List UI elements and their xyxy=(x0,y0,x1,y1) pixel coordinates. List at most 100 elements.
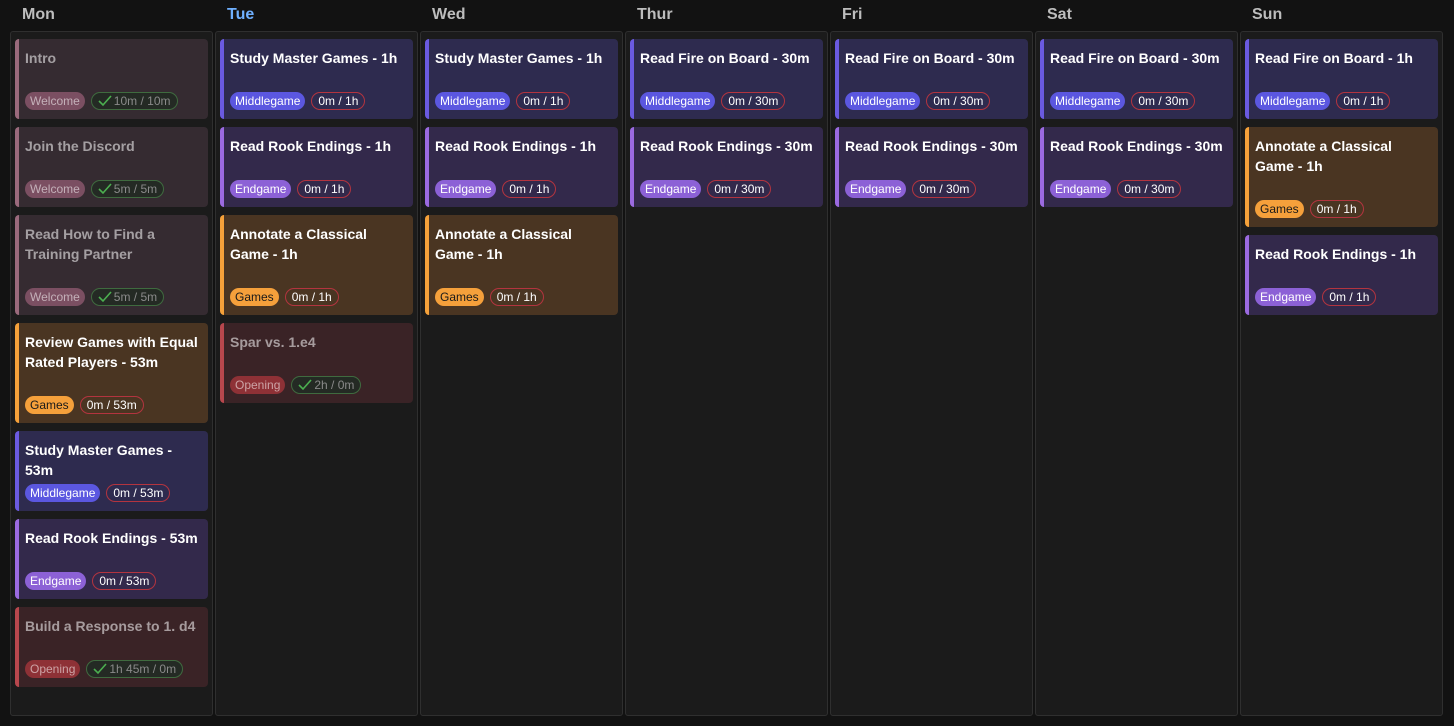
task-badges: Middlegame 0m / 1h xyxy=(435,92,571,110)
check-icon xyxy=(98,183,112,195)
category-tag: Games xyxy=(435,288,484,306)
time-progress-badge: 0m / 1h xyxy=(311,92,366,110)
time-progress-text: 0m / 1h xyxy=(1329,290,1370,304)
task-title: Intro xyxy=(25,50,57,66)
task-badges: Middlegame 0m / 30m xyxy=(1050,92,1196,110)
task-card[interactable]: Read Rook Endings - 30m Endgame 0m / 30m xyxy=(1040,127,1233,207)
task-title: Read Rook Endings - 1h xyxy=(1255,246,1417,262)
category-tag: Middlegame xyxy=(25,484,101,502)
task-card[interactable]: Read Rook Endings - 53m Endgame 0m / 53m xyxy=(15,519,208,599)
time-progress-badge: 0m / 1h xyxy=(1322,288,1377,306)
time-progress-text: 0m / 1h xyxy=(496,290,537,304)
category-tag: Middlegame xyxy=(435,92,511,110)
task-card[interactable]: Read Rook Endings - 1h Endgame 0m / 1h xyxy=(220,127,413,207)
day-task-list: Read Fire on Board - 30m Middlegame 0m / 3… xyxy=(625,31,828,716)
time-progress-text: 0m / 1h xyxy=(509,182,550,196)
task-card[interactable]: Study Master Games - 1h Middlegame 0m / 1h xyxy=(220,39,413,119)
task-card[interactable]: Build a Response to 1. d4 Opening 1h 45m /… xyxy=(15,607,208,687)
task-title: Join the Discord xyxy=(25,138,135,154)
task-card[interactable]: Annotate a Classical Game - 1h Games 0m / … xyxy=(1245,127,1438,227)
weekly-schedule-board: Mon Intro Welcome 10m / 10m Join the Discord… xyxy=(0,0,1454,726)
task-card[interactable]: Read Rook Endings - 1h Endgame 0m / 1h xyxy=(1245,235,1438,315)
day-header: Sun xyxy=(1252,6,1283,23)
day-header: Thur xyxy=(637,6,673,23)
category-tag: Endgame xyxy=(640,180,702,198)
day-column-tue: Tue Study Master Games - 1h Middlegame 0m /… xyxy=(215,0,418,726)
day-task-list: Intro Welcome 10m / 10m Join the Discord Wel… xyxy=(10,31,213,716)
task-badges: Games 0m / 1h xyxy=(230,288,339,306)
time-progress-text: 5m / 5m xyxy=(113,182,158,196)
day-column-mon: Mon Intro Welcome 10m / 10m Join the Discord… xyxy=(10,0,213,726)
day-column-sun: Sun Read Fire on Board - 1h Middlegame 0m /… xyxy=(1240,0,1443,726)
category-tag: Opening xyxy=(230,376,286,394)
time-progress-badge: 0m / 53m xyxy=(79,396,144,414)
category-tag: Endgame xyxy=(25,572,87,590)
task-card[interactable]: Read Rook Endings - 30m Endgame 0m / 30m xyxy=(835,127,1028,207)
time-progress-text: 0m / 30m xyxy=(728,94,779,108)
task-badges: Games 0m / 1h xyxy=(1255,200,1364,218)
time-progress-badge: 0m / 30m xyxy=(1117,180,1182,198)
task-card[interactable]: Read Fire on Board - 30m Middlegame 0m / 3… xyxy=(630,39,823,119)
category-tag: Middlegame xyxy=(1050,92,1126,110)
task-card[interactable]: Read Fire on Board - 1h Middlegame 0m / 1h xyxy=(1245,39,1438,119)
task-title: Build a Response to 1. d4 xyxy=(25,618,196,634)
day-header: Wed xyxy=(432,6,466,23)
task-badges: Endgame 0m / 30m xyxy=(845,180,977,198)
category-tag: Games xyxy=(1255,200,1304,218)
task-card[interactable]: Review Games with Equal Rated Players - … xyxy=(15,323,208,423)
time-progress-badge: 0m / 30m xyxy=(912,180,977,198)
time-progress-badge: 0m / 30m xyxy=(721,92,786,110)
task-badges: Endgame 0m / 30m xyxy=(1050,180,1182,198)
day-task-list: Read Fire on Board - 30m Middlegame 0m / 3… xyxy=(1035,31,1238,716)
task-card[interactable]: Join the Discord Welcome 5m / 5m xyxy=(15,127,208,207)
time-progress-badge: 0m / 30m xyxy=(926,92,991,110)
category-tag: Middlegame xyxy=(845,92,921,110)
task-card[interactable]: Intro Welcome 10m / 10m xyxy=(15,39,208,119)
day-column-fri: Fri Read Fire on Board - 30m Middlegame 0m … xyxy=(830,0,1033,726)
task-card[interactable]: Study Master Games - 53m Middlegame 0m / 5… xyxy=(15,431,208,511)
task-card[interactable]: Read Fire on Board - 30m Middlegame 0m / 3… xyxy=(1040,39,1233,119)
task-badges: Middlegame 0m / 30m xyxy=(640,92,786,110)
task-title: Study Master Games - 53m xyxy=(25,442,173,478)
task-card[interactable]: Annotate a Classical Game - 1h Games 0m / … xyxy=(220,215,413,315)
task-card[interactable]: Study Master Games - 1h Middlegame 0m / 1h xyxy=(425,39,618,119)
task-badges: Endgame 0m / 53m xyxy=(25,572,157,590)
task-title: Spar vs. 1.e4 xyxy=(230,334,316,350)
category-tag: Welcome xyxy=(25,288,85,306)
task-badges: Welcome 5m / 5m xyxy=(25,180,165,198)
category-tag: Games xyxy=(230,288,279,306)
check-icon xyxy=(298,379,312,391)
task-badges: Opening 2h / 0m xyxy=(230,376,362,394)
time-progress-badge: 1h 45m / 0m xyxy=(86,660,184,678)
time-progress-badge: 0m / 1h xyxy=(1309,200,1364,218)
day-task-list: Read Fire on Board - 1h Middlegame 0m / 1h… xyxy=(1240,31,1443,716)
task-title: Read Rook Endings - 53m xyxy=(25,530,198,546)
task-card[interactable]: Read How to Find a Training Partner Welco… xyxy=(15,215,208,315)
time-progress-text: 10m / 10m xyxy=(113,94,171,108)
task-title: Read Fire on Board - 30m xyxy=(640,50,810,66)
time-progress-badge: 0m / 1h xyxy=(516,92,571,110)
day-header: Tue xyxy=(227,6,255,23)
time-progress-badge: 0m / 1h xyxy=(284,288,339,306)
time-progress-text: 0m / 30m xyxy=(933,94,984,108)
check-icon xyxy=(98,95,112,107)
category-tag: Middlegame xyxy=(1255,92,1331,110)
category-tag: Endgame xyxy=(845,180,907,198)
time-progress-text: 0m / 1h xyxy=(304,182,345,196)
check-icon xyxy=(93,663,107,675)
task-title: Annotate a Classical Game - 1h xyxy=(435,226,572,262)
task-badges: Middlegame 0m / 1h xyxy=(230,92,366,110)
task-badges: Welcome 5m / 5m xyxy=(25,288,165,306)
task-card[interactable]: Annotate a Classical Game - 1h Games 0m / … xyxy=(425,215,618,315)
category-tag: Welcome xyxy=(25,180,85,198)
day-task-list: Study Master Games - 1h Middlegame 0m / 1h… xyxy=(420,31,623,716)
time-progress-badge: 5m / 5m xyxy=(90,288,165,306)
time-progress-text: 0m / 53m xyxy=(99,574,150,588)
task-card[interactable]: Read Fire on Board - 30m Middlegame 0m / 3… xyxy=(835,39,1028,119)
task-card[interactable]: Read Rook Endings - 1h Endgame 0m / 1h xyxy=(425,127,618,207)
task-card[interactable]: Read Rook Endings - 30m Endgame 0m / 30m xyxy=(630,127,823,207)
time-progress-badge: 0m / 1h xyxy=(502,180,557,198)
time-progress-text: 0m / 1h xyxy=(318,94,359,108)
time-progress-text: 1h 45m / 0m xyxy=(109,662,177,676)
task-card[interactable]: Spar vs. 1.e4 Opening 2h / 0m xyxy=(220,323,413,403)
